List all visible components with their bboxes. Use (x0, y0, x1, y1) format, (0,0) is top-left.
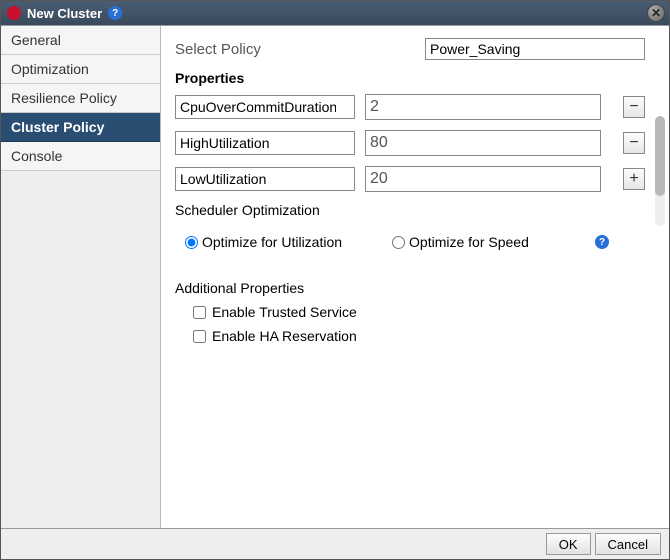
dialog-title: New Cluster (27, 6, 102, 21)
help-icon[interactable]: ? (595, 235, 609, 249)
select-policy-label: Select Policy (175, 41, 425, 58)
cancel-button[interactable]: Cancel (595, 533, 661, 555)
redhat-icon (7, 6, 21, 20)
radio-input-speed[interactable] (392, 236, 405, 249)
radio-input-utilization[interactable] (185, 236, 198, 249)
content-cluster-policy: Select Policy Power_Saving Properties Cp… (161, 26, 669, 528)
remove-property-button[interactable]: − (623, 96, 645, 118)
add-property-button[interactable]: + (623, 168, 645, 190)
optimize-utilization-radio[interactable]: Optimize for Utilization (185, 234, 342, 250)
dialog-footer: OK Cancel (1, 529, 669, 559)
additional-properties-heading: Additional Properties (175, 280, 645, 296)
checkbox-trusted[interactable] (193, 306, 206, 319)
help-icon[interactable]: ? (108, 6, 122, 20)
dialog-body: General Optimization Resilience Policy C… (1, 25, 669, 529)
scrollbar[interactable] (655, 116, 665, 226)
property-row: HighUtilization − (175, 130, 645, 156)
property-name-select[interactable]: LowUtilization (175, 167, 355, 191)
enable-trusted-service-checkbox[interactable]: Enable Trusted Service (193, 304, 645, 320)
sidebar-item-console[interactable]: Console (1, 142, 160, 171)
property-value-input[interactable] (365, 94, 601, 120)
policy-select[interactable]: Power_Saving (425, 38, 645, 60)
sidebar-item-resilience-policy[interactable]: Resilience Policy (1, 84, 160, 113)
checkbox-ha[interactable] (193, 330, 206, 343)
scrollbar-thumb[interactable] (655, 116, 665, 196)
ok-button[interactable]: OK (546, 533, 591, 555)
close-button[interactable]: ✕ (647, 4, 665, 22)
sidebar: General Optimization Resilience Policy C… (1, 26, 161, 528)
new-cluster-dialog: New Cluster ? ✕ General Optimization Res… (0, 0, 670, 560)
enable-ha-reservation-checkbox[interactable]: Enable HA Reservation (193, 328, 645, 344)
sidebar-item-optimization[interactable]: Optimization (1, 55, 160, 84)
remove-property-button[interactable]: − (623, 132, 645, 154)
sidebar-item-cluster-policy[interactable]: Cluster Policy (1, 113, 160, 142)
property-name-select[interactable]: CpuOverCommitDuration (175, 95, 355, 119)
property-name-select[interactable]: HighUtilization (175, 131, 355, 155)
titlebar[interactable]: New Cluster ? ✕ (1, 1, 669, 25)
optimize-speed-radio[interactable]: Optimize for Speed (392, 234, 529, 250)
property-value-input[interactable] (365, 166, 601, 192)
sidebar-item-general[interactable]: General (1, 26, 160, 55)
properties-heading: Properties (175, 70, 645, 86)
property-row: CpuOverCommitDuration − (175, 94, 645, 120)
property-value-input[interactable] (365, 130, 601, 156)
property-row: LowUtilization + (175, 166, 645, 192)
scheduler-optimization-heading: Scheduler Optimization (175, 202, 645, 218)
